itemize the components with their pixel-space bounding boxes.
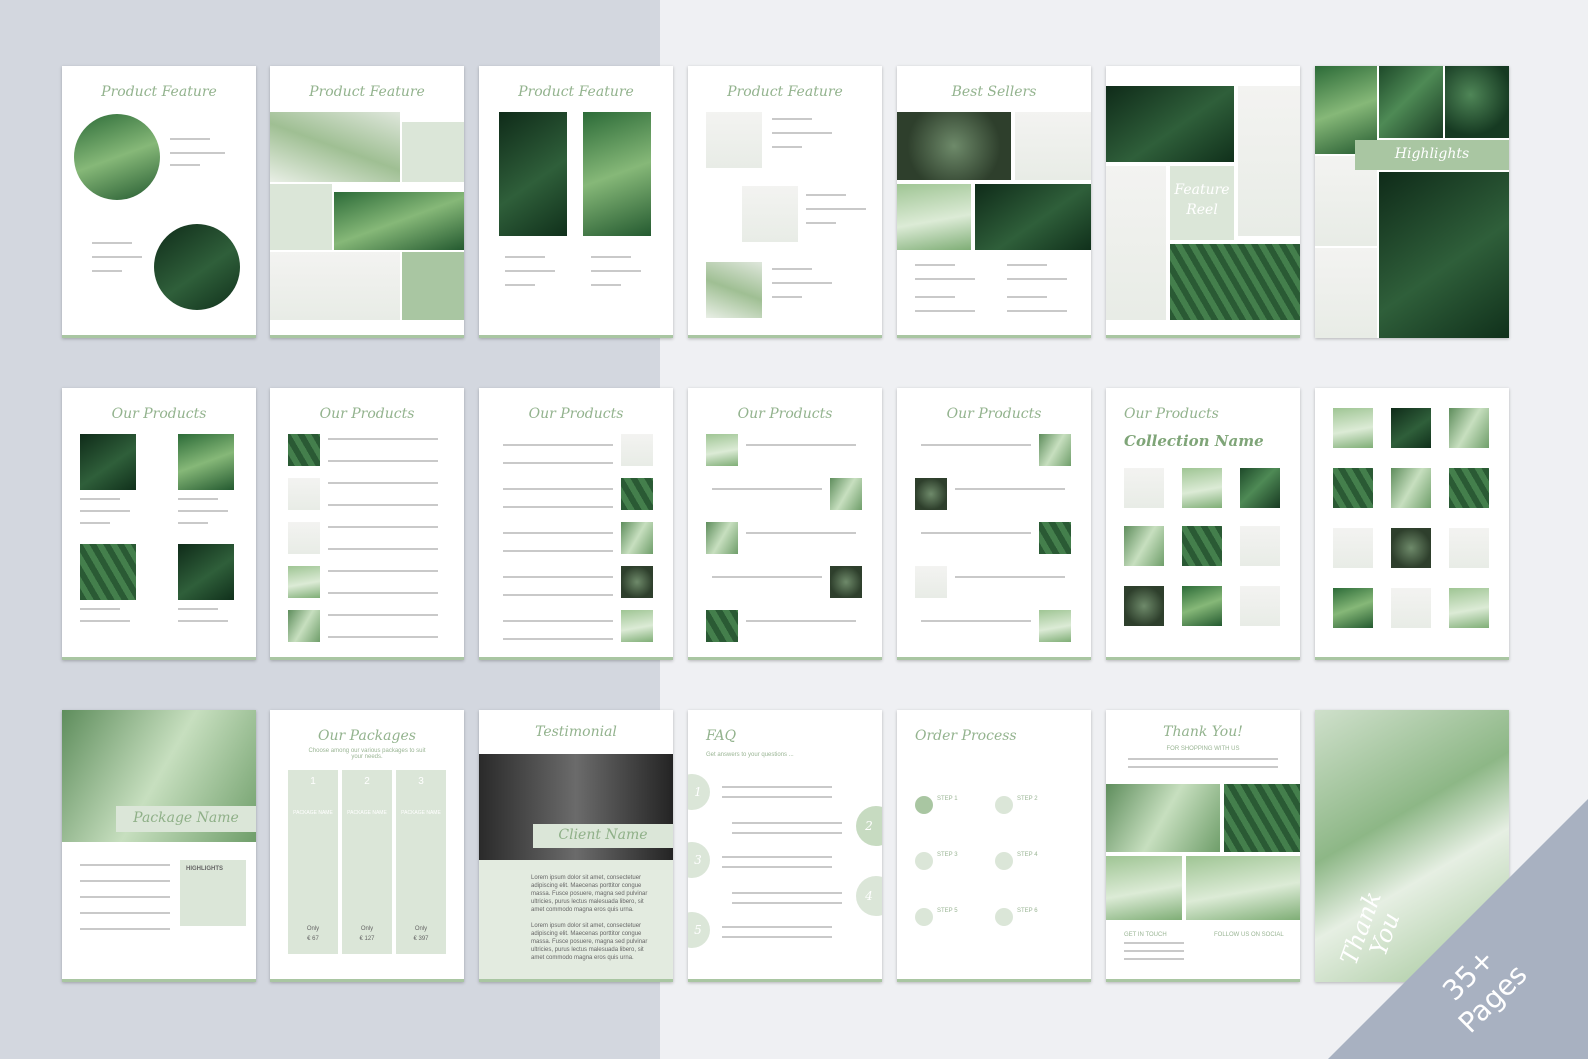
page-title: Product Feature	[727, 84, 843, 100]
collection-name: Collection Name	[1124, 432, 1264, 450]
package-name: Package Name	[133, 810, 239, 826]
highlights-banner: Highlights	[1355, 140, 1509, 170]
page-title: Product Feature	[518, 84, 634, 100]
product-photo	[1379, 172, 1509, 338]
page-title: Testimonial	[535, 724, 617, 740]
product-photo	[897, 184, 971, 250]
page-title: Order Process	[915, 728, 1017, 744]
package-name-banner: Package Name	[116, 806, 256, 832]
highlights-box: HIGHLIGHTS	[180, 860, 246, 926]
product-photo	[499, 112, 567, 236]
product-photo	[178, 434, 234, 490]
page-title: Our Products	[737, 406, 833, 422]
product-photo	[1170, 244, 1300, 320]
packages-subtitle: Choose among our various packages to sui…	[308, 748, 426, 760]
get-in-touch: GET IN TOUCH	[1124, 932, 1167, 938]
text-panel	[402, 252, 464, 320]
page-collection: Our Products Collection Name	[1106, 388, 1300, 660]
product-photo	[706, 262, 762, 318]
highlights-label: Highlights	[1394, 146, 1470, 162]
testimonial-text-2: Lorem ipsum dolor sit amet, consectetuer…	[531, 923, 648, 961]
page-title: Our Packages	[318, 728, 416, 744]
testimonial-text: Lorem ipsum dolor sit amet, consectetuer…	[531, 875, 648, 913]
page-feature-reel: Feature Reel	[1106, 66, 1300, 338]
page-title: Thank You!	[1163, 724, 1243, 740]
page-package: Package Name HIGHLIGHTS	[62, 710, 256, 982]
client-name-banner: Client Name	[533, 824, 673, 848]
product-photo	[975, 184, 1091, 250]
page-title: Our Products	[528, 406, 624, 422]
feature-reel-tag: Feature Reel	[1170, 166, 1234, 240]
page-title: Our Products	[319, 406, 415, 422]
faq-subtitle: Get answers to your questions ...	[706, 752, 794, 758]
feature-reel-label: Feature Reel	[1174, 182, 1230, 218]
page-product-feature-2: Product Feature	[270, 66, 464, 338]
product-photo	[1186, 856, 1300, 920]
product-photo	[897, 112, 1011, 180]
product-photo	[583, 112, 651, 236]
page-our-products-4: Our Products	[688, 388, 882, 660]
product-photo	[154, 224, 240, 310]
product-photo	[1315, 248, 1377, 338]
page-our-products-2: Our Products	[270, 388, 464, 660]
product-photo	[80, 434, 136, 490]
page-title: Our Products	[946, 406, 1042, 422]
page-product-feature-3: Product Feature	[479, 66, 673, 338]
page-our-products-3: Our Products	[479, 388, 673, 660]
page-title: Product Feature	[309, 84, 425, 100]
follow-us: FOLLOW US ON SOCIAL	[1214, 932, 1284, 938]
product-photo	[1106, 166, 1166, 320]
page-our-products-5: Our Products	[897, 388, 1091, 660]
product-photo	[74, 114, 160, 200]
page-best-sellers: Best Sellers	[897, 66, 1091, 338]
page-faq: FAQ Get answers to your questions ... 1 …	[688, 710, 882, 982]
page-title: Our Products	[111, 406, 207, 422]
page-title: FAQ	[706, 728, 737, 744]
product-photo	[270, 252, 400, 320]
thanks-subtitle: FOR SHOPPING WITH US	[1166, 746, 1240, 752]
package-column-3: 3 PACKAGE NAME Only € 397	[396, 770, 446, 954]
page-highlights: Highlights	[1315, 66, 1509, 338]
text-panel	[270, 184, 332, 250]
text-panel	[402, 122, 464, 182]
product-photo	[80, 544, 136, 600]
highlights-label: HIGHLIGHTS	[186, 866, 223, 872]
page-product-feature-1: Product Feature	[62, 66, 256, 338]
page-title: Our Products	[1124, 406, 1219, 422]
product-photo	[706, 112, 762, 168]
page-product-feature-4: Product Feature	[688, 66, 882, 338]
product-photo	[1445, 66, 1509, 138]
product-photo	[742, 186, 798, 242]
product-photo	[178, 544, 234, 600]
page-our-packages: Our Packages Choose among our various pa…	[270, 710, 464, 982]
product-photo	[334, 192, 464, 250]
client-name: Client Name	[558, 827, 648, 843]
page-title: Best Sellers	[951, 84, 1037, 100]
page-order-process: Order Process STEP 1 STEP 2 STEP 3 STEP …	[897, 710, 1091, 982]
product-photo	[1224, 784, 1300, 852]
page-our-products-1: Our Products	[62, 388, 256, 660]
package-column-1: 1 PACKAGE NAME Only € 67	[288, 770, 338, 954]
package-column-2: 2 PACKAGE NAME Only € 127	[342, 770, 392, 954]
page-title: Product Feature	[101, 84, 217, 100]
product-photo	[270, 112, 400, 182]
product-photo	[1379, 66, 1443, 138]
page-product-grid	[1315, 388, 1509, 660]
product-photo	[1015, 112, 1091, 180]
product-photo	[1106, 856, 1182, 920]
page-thank-you: Thank You! FOR SHOPPING WITH US GET IN T…	[1106, 710, 1300, 982]
product-photo	[1238, 86, 1300, 236]
page-testimonial: Testimonial Client Name Lorem ipsum dolo…	[479, 710, 673, 982]
product-photo	[1106, 86, 1234, 162]
product-photo	[1106, 784, 1220, 852]
